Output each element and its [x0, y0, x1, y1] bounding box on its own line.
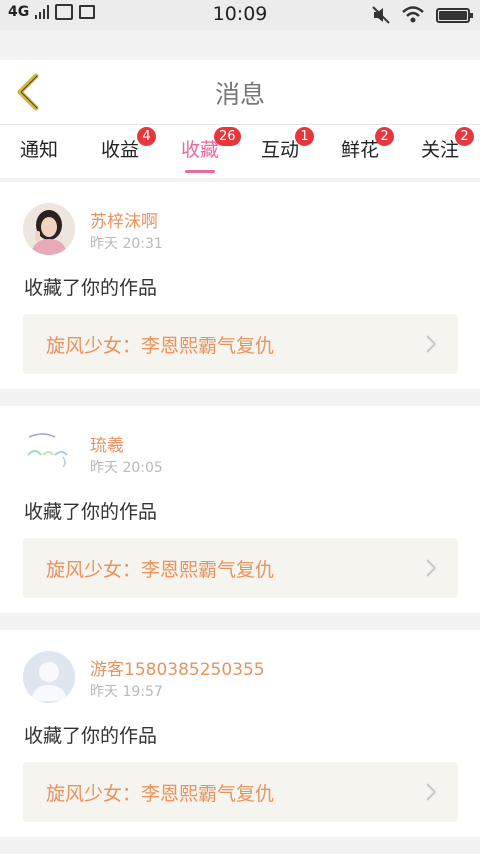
message-time: 昨天 20:31	[90, 236, 163, 252]
mute-icon	[372, 6, 390, 24]
username[interactable]: 琉羲	[90, 431, 124, 456]
message-card: 游客1580385250355 昨天 19:57 收藏了你的作品 旋风少女：李恩…	[0, 630, 480, 837]
work-title: 旋风少女：李恩熙霸气复仇	[46, 335, 275, 357]
unread-badge: 2	[375, 127, 394, 146]
tab-label: 关注	[421, 139, 460, 161]
tab-label: 收藏	[181, 139, 220, 161]
message-time: 昨天 19:57	[90, 684, 163, 700]
user-photo-icon	[23, 203, 75, 255]
work-link[interactable]: 旋风少女：李恩熙霸气复仇	[23, 314, 458, 374]
page-title: 消息	[214, 80, 265, 109]
tab-favorites[interactable]: 收藏 26	[181, 127, 241, 173]
avatar[interactable]	[23, 651, 75, 703]
tab-earnings[interactable]: 收益 4	[101, 127, 156, 162]
work-title: 旋风少女：李恩熙霸气复仇	[46, 559, 275, 581]
work-link[interactable]: 旋风少女：李恩熙霸气复仇	[23, 538, 458, 598]
username[interactable]: 游客1580385250355	[90, 655, 265, 680]
work-title: 旋风少女：李恩熙霸气复仇	[46, 783, 275, 805]
chevron-right-icon	[426, 335, 437, 353]
message-tabs: 通知 收益 4 收藏 26 互动 1 鲜花 2 关注 2	[0, 124, 480, 178]
tab-follows[interactable]: 关注 2	[421, 127, 474, 162]
tab-interactions[interactable]: 互动 1	[261, 127, 314, 162]
chevron-right-icon	[426, 559, 437, 577]
active-tab-indicator	[185, 170, 216, 173]
message-text: 收藏了你的作品	[24, 725, 158, 747]
work-link[interactable]: 旋风少女：李恩熙霸气复仇	[23, 762, 458, 822]
tab-notifications[interactable]: 通知	[20, 135, 58, 162]
avatar[interactable]	[23, 203, 75, 255]
battery-icon	[436, 7, 473, 23]
username[interactable]: 苏梓沫啊	[90, 207, 158, 232]
tab-label: 互动	[261, 139, 300, 161]
status-right-icons	[372, 6, 473, 24]
message-card: 琉羲 昨天 20:05 收藏了你的作品 旋风少女：李恩熙霸气复仇	[0, 406, 480, 613]
message-text: 收藏了你的作品	[24, 277, 158, 299]
message-time: 昨天 20:05	[90, 460, 163, 476]
status-bar: 4G 10:09	[0, 0, 480, 30]
unread-badge: 4	[137, 127, 156, 146]
unread-badge: 1	[295, 127, 314, 146]
unread-badge: 2	[455, 127, 474, 146]
tab-label: 鲜花	[341, 139, 380, 161]
chevron-right-icon	[426, 783, 437, 801]
wifi-icon	[402, 6, 424, 23]
text-art-avatar-icon	[23, 427, 75, 479]
nav-header: 消息	[0, 60, 480, 124]
tab-label: 通知	[20, 139, 59, 161]
tab-flowers[interactable]: 鲜花 2	[341, 127, 394, 162]
message-card: 苏梓沫啊 昨天 20:31 收藏了你的作品 旋风少女：李恩熙霸气复仇	[0, 182, 480, 389]
message-text: 收藏了你的作品	[24, 501, 158, 523]
default-user-icon	[23, 651, 75, 703]
avatar[interactable]	[23, 427, 75, 479]
tab-label: 收益	[101, 139, 140, 161]
unread-badge: 26	[214, 127, 241, 146]
